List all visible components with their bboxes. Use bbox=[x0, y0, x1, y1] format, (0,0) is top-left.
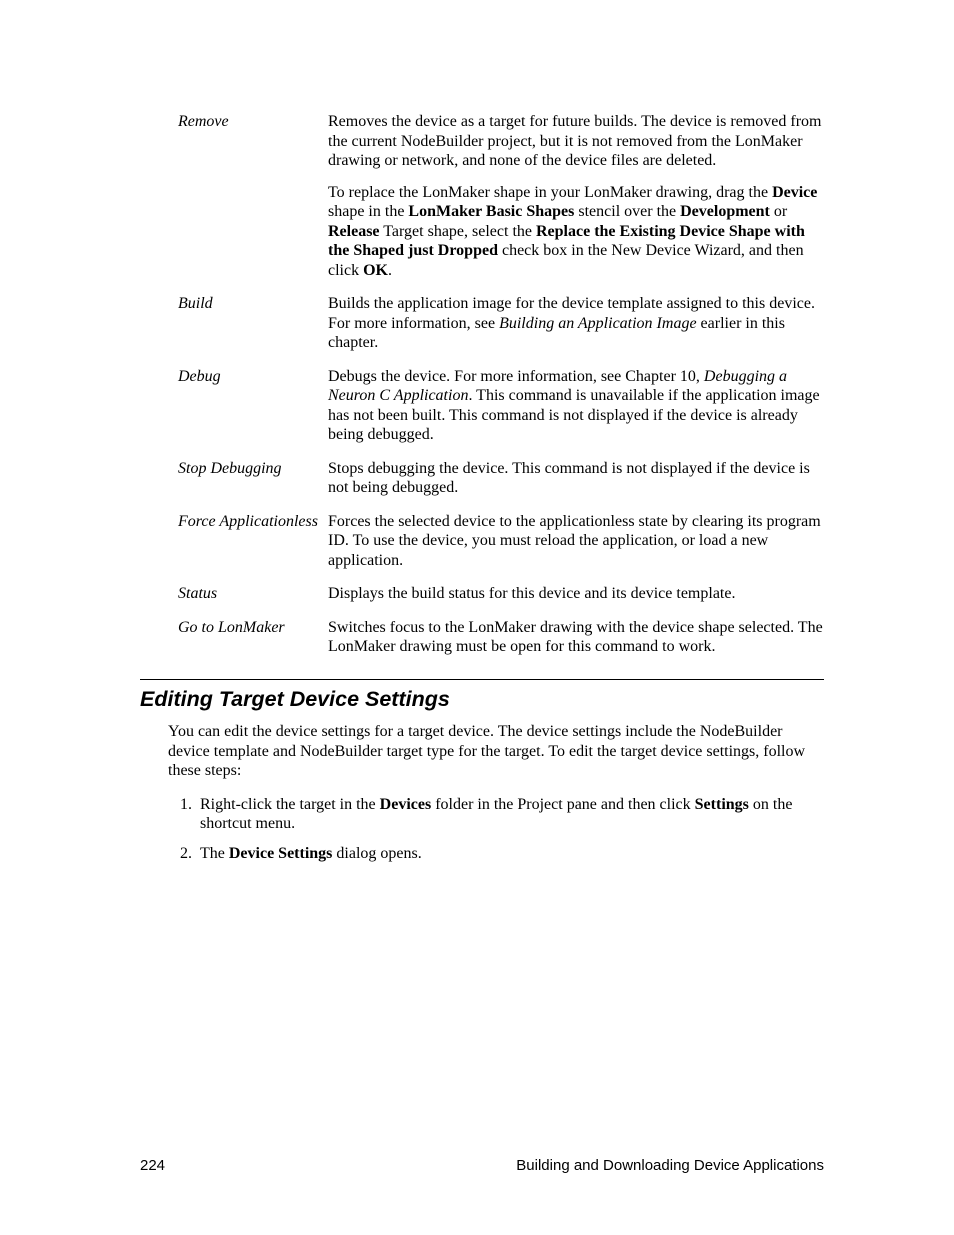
definition-term: Remove bbox=[178, 112, 328, 294]
definition-term: Build bbox=[178, 294, 328, 367]
description-paragraph: Forces the selected device to the applic… bbox=[328, 512, 824, 571]
section-divider bbox=[140, 679, 824, 680]
definitions-tbody: RemoveRemoves the device as a target for… bbox=[178, 112, 824, 671]
definition-description: Forces the selected device to the applic… bbox=[328, 512, 824, 585]
steps-list: Right-click the target in the Devices fo… bbox=[168, 795, 824, 864]
table-row: Stop DebuggingStops debugging the device… bbox=[178, 459, 824, 512]
definition-description: Switches focus to the LonMaker drawing w… bbox=[328, 618, 824, 671]
definition-term: Go to LonMaker bbox=[178, 618, 328, 671]
section-heading: Editing Target Device Settings bbox=[140, 686, 824, 712]
description-paragraph: Removes the device as a target for futur… bbox=[328, 112, 824, 171]
definitions-table: RemoveRemoves the device as a target for… bbox=[178, 112, 824, 671]
table-row: DebugDebugs the device. For more informa… bbox=[178, 367, 824, 459]
table-row: Force ApplicationlessForces the selected… bbox=[178, 512, 824, 585]
list-item: The Device Settings dialog opens. bbox=[196, 844, 824, 864]
definition-description: Displays the build status for this devic… bbox=[328, 584, 824, 618]
description-paragraph: Builds the application image for the dev… bbox=[328, 294, 824, 353]
definition-term: Force Applicationless bbox=[178, 512, 328, 585]
definition-description: Debugs the device. For more information,… bbox=[328, 367, 824, 459]
description-paragraph: To replace the LonMaker shape in your Lo… bbox=[328, 183, 824, 281]
table-row: StatusDisplays the build status for this… bbox=[178, 584, 824, 618]
page-number: 224 bbox=[140, 1157, 165, 1175]
definition-term: Status bbox=[178, 584, 328, 618]
definition-term: Debug bbox=[178, 367, 328, 459]
description-paragraph: Debugs the device. For more information,… bbox=[328, 367, 824, 445]
table-row: RemoveRemoves the device as a target for… bbox=[178, 112, 824, 294]
definition-term: Stop Debugging bbox=[178, 459, 328, 512]
page-footer: 224 Building and Downloading Device Appl… bbox=[140, 1157, 824, 1175]
table-row: Go to LonMakerSwitches focus to the LonM… bbox=[178, 618, 824, 671]
definition-description: Builds the application image for the dev… bbox=[328, 294, 824, 367]
definition-description: Stops debugging the device. This command… bbox=[328, 459, 824, 512]
description-paragraph: Displays the build status for this devic… bbox=[328, 584, 824, 604]
document-page: RemoveRemoves the device as a target for… bbox=[0, 0, 954, 1235]
table-row: BuildBuilds the application image for th… bbox=[178, 294, 824, 367]
footer-title: Building and Downloading Device Applicat… bbox=[516, 1157, 824, 1175]
list-item: Right-click the target in the Devices fo… bbox=[196, 795, 824, 834]
description-paragraph: Stops debugging the device. This command… bbox=[328, 459, 824, 498]
definition-description: Removes the device as a target for futur… bbox=[328, 112, 824, 294]
description-paragraph: Switches focus to the LonMaker drawing w… bbox=[328, 618, 824, 657]
intro-paragraph: You can edit the device settings for a t… bbox=[168, 722, 824, 781]
